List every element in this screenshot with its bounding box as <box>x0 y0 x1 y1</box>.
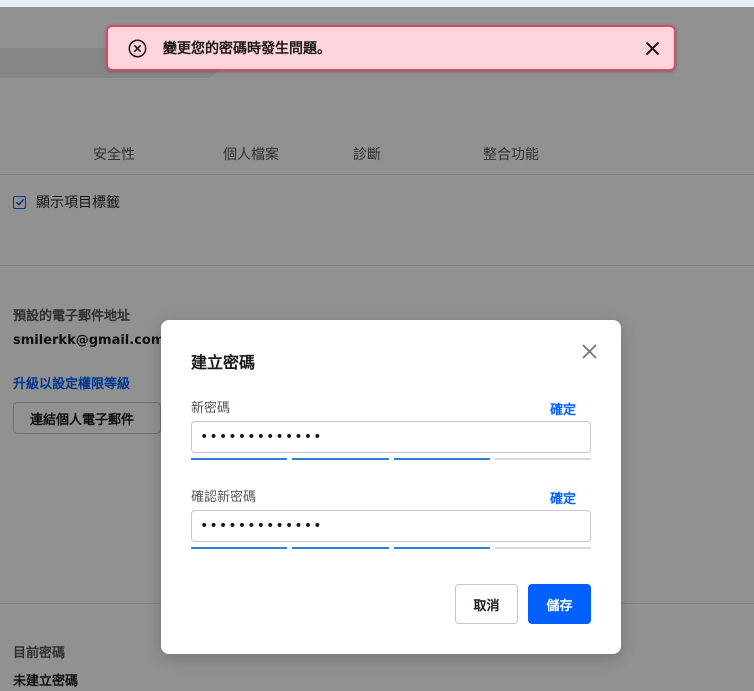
close-icon[interactable] <box>581 343 598 360</box>
strength-segment <box>393 547 490 549</box>
confirm-password-input[interactable] <box>191 510 591 542</box>
error-toast: 變更您的密碼時發生問題。 <box>106 25 676 71</box>
new-password-input[interactable] <box>191 421 591 453</box>
strength-segment <box>191 547 288 549</box>
new-password-label: 新密碼 <box>191 401 231 416</box>
strength-segment <box>292 547 389 549</box>
close-icon[interactable] <box>644 40 661 57</box>
new-password-confirm-link[interactable]: 確定 <box>550 399 576 418</box>
strength-segment <box>191 458 288 460</box>
dialog-title: 建立密碼 <box>191 353 256 372</box>
cancel-button[interactable]: 取消 <box>455 584 518 624</box>
new-password-strength-meter <box>191 458 591 460</box>
confirm-password-label: 確認新密碼 <box>191 490 257 505</box>
confirm-password-strength-meter <box>191 547 591 549</box>
strength-segment <box>393 458 490 460</box>
strength-segment <box>292 458 389 460</box>
strength-segment <box>494 458 591 460</box>
toast-message: 變更您的密碼時發生問題。 <box>163 41 331 57</box>
error-circle-x-icon <box>128 39 147 58</box>
create-password-dialog: 建立密碼 新密碼 確定 確認新密碼 確定 取消 儲存 <box>161 320 621 654</box>
top-strip <box>0 0 754 7</box>
save-button[interactable]: 儲存 <box>528 584 591 624</box>
strength-segment <box>494 547 591 549</box>
confirm-password-confirm-link[interactable]: 確定 <box>550 488 576 507</box>
